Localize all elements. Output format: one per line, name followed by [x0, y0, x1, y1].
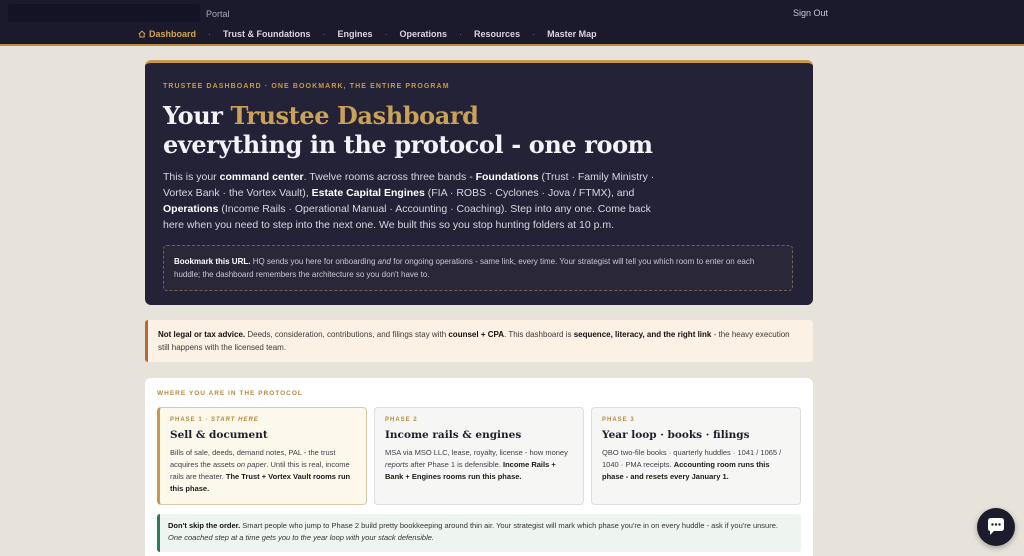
home-icon	[138, 30, 146, 38]
nav-engines[interactable]: Engines	[338, 29, 373, 39]
nav-operations[interactable]: Operations	[400, 29, 448, 39]
warning-strong: Don't skip the order.	[168, 521, 241, 530]
bookmark-text: HQ sends you here for onboarding	[250, 257, 378, 266]
nav-master-map[interactable]: Master Map	[547, 29, 597, 39]
hero-lead: This is your command center. Twelve room…	[163, 169, 673, 233]
phase-label-text: PHASE 1 ·	[170, 417, 212, 423]
lead-strong: Operations	[163, 203, 219, 215]
nav-separator: ·	[208, 29, 212, 39]
page-title: Your Trustee Dashboard everything in the…	[163, 101, 795, 159]
phase-list: PHASE 1 · START HERE Sell & document Bil…	[157, 407, 801, 505]
disclaimer-text: . This dashboard is	[504, 330, 574, 339]
nav-separator: ·	[459, 29, 463, 39]
protocol-section: WHERE YOU ARE IN THE PROTOCOL PHASE 1 · …	[145, 378, 813, 556]
title-line-2: everything in the protocol - one room	[163, 130, 653, 159]
disclaimer-strong: Not legal or tax advice.	[158, 330, 246, 339]
hero-eyebrow: TRUSTEE DASHBOARD · ONE BOOKMARK, THE EN…	[163, 83, 450, 90]
phase-title: Sell & document	[170, 429, 268, 441]
lead-strong: Estate Capital Engines	[311, 187, 425, 199]
order-warning: Don't skip the order. Smart people who j…	[157, 514, 801, 552]
lead-strong: Foundations	[475, 171, 539, 183]
title-highlight: Trustee Dashboard	[230, 101, 479, 130]
section-title: WHERE YOU ARE IN THE PROTOCOL	[157, 390, 303, 397]
phase-title: Income rails & engines	[385, 429, 522, 441]
nav-resources[interactable]: Resources	[474, 29, 520, 39]
bookmark-strong: Bookmark this URL.	[174, 257, 251, 266]
legal-disclaimer: Not legal or tax advice. Deeds, consider…	[145, 320, 813, 362]
phase-desc-em: on paper	[236, 460, 267, 469]
phase-label-em: START HERE	[211, 417, 259, 423]
lead-text: This is your	[163, 171, 220, 183]
lead-text: (Income Rails · Operational Manual · Acc…	[163, 203, 651, 231]
phase-description: QBO two-file books · quarterly huddles ·…	[602, 447, 790, 483]
phase-desc-em: reports	[385, 460, 409, 469]
sign-out-link[interactable]: Sign Out	[793, 8, 828, 18]
phase-desc-text: MSA via MSO LLC, lease, royalty, license…	[385, 448, 568, 457]
logo[interactable]	[8, 4, 200, 22]
nav-dashboard-label: Dashboard	[149, 29, 197, 39]
nav-separator: ·	[322, 29, 326, 39]
phase-label: PHASE 2	[385, 417, 418, 423]
phase-card-3[interactable]: PHASE 3 Year loop · books · filings QBO …	[591, 407, 801, 505]
phase-description: MSA via MSO LLC, lease, royalty, license…	[385, 447, 573, 483]
chat-bubble-icon	[988, 518, 1004, 535]
bookmark-em: and	[377, 257, 392, 266]
disclaimer-strong: counsel + CPA	[448, 330, 505, 339]
warning-text: Smart people who jump to Phase 2 build p…	[240, 521, 778, 530]
warning-em: One coached step at a time gets you to t…	[168, 533, 434, 542]
phase-card-2[interactable]: PHASE 2 Income rails & engines MSA via M…	[374, 407, 584, 505]
phase-label: PHASE 3	[602, 417, 635, 423]
chat-button[interactable]	[977, 508, 1015, 546]
phase-label: PHASE 1 · START HERE	[170, 417, 356, 423]
disclaimer-text: Deeds, consideration, contributions, and…	[245, 330, 449, 339]
lead-text: . Twelve rooms across three bands -	[303, 171, 476, 183]
main-nav: Dashboard · Trust & Foundations · Engine…	[138, 29, 597, 39]
phase-title: Year loop · books · filings	[602, 429, 750, 441]
hero-card: TRUSTEE DASHBOARD · ONE BOOKMARK, THE EN…	[145, 60, 813, 305]
nav-separator: ·	[532, 29, 536, 39]
nav-separator: ·	[384, 29, 388, 39]
bookmark-callout: Bookmark this URL. HQ sends you here for…	[163, 245, 793, 291]
title-prefix: Your	[163, 101, 231, 130]
phase-card-1[interactable]: PHASE 1 · START HERE Sell & document Bil…	[157, 407, 367, 505]
lead-text: (FIA · ROBS · Cyclones · Jova / FTMX), a…	[424, 187, 635, 199]
nav-trust-foundations[interactable]: Trust & Foundations	[223, 29, 311, 39]
phase-desc-text: after Phase 1 is defensible.	[408, 460, 503, 469]
portal-label: Portal	[206, 9, 230, 19]
nav-dashboard[interactable]: Dashboard	[138, 29, 196, 39]
lead-strong: command center	[219, 171, 304, 183]
phase-description: Bills of sale, deeds, demand notes, PAL …	[170, 447, 356, 495]
top-header: Portal Sign Out Dashboard · Trust & Foun…	[0, 0, 1024, 46]
disclaimer-strong: sequence, literacy, and the right link	[573, 330, 712, 339]
